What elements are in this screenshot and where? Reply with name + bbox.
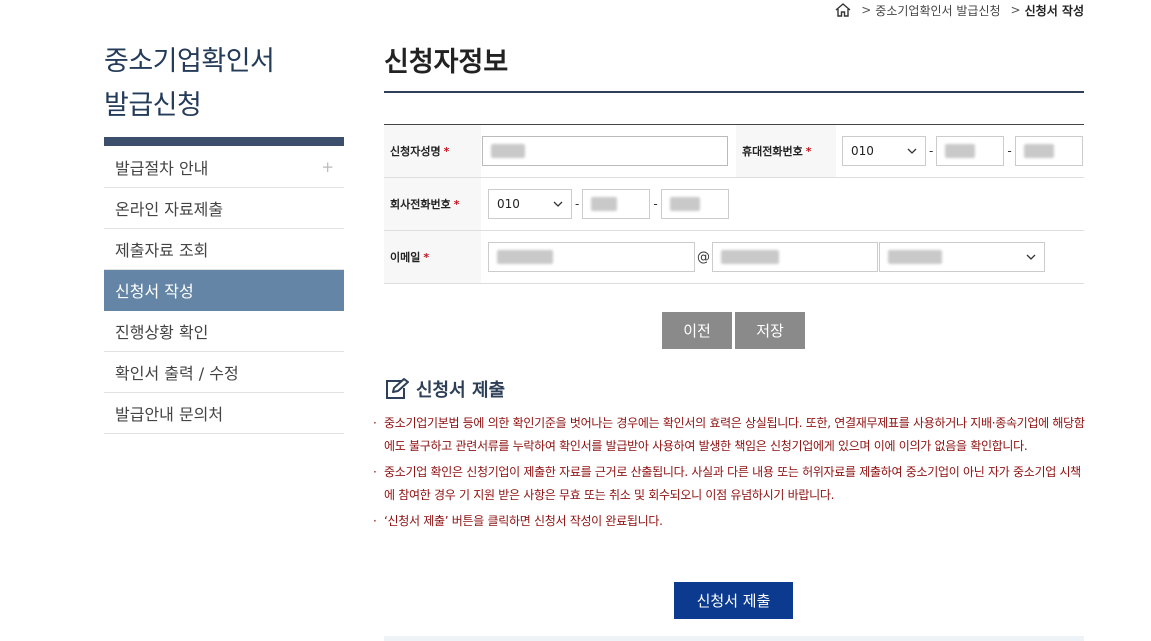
select-value: 010	[851, 144, 874, 158]
section-title-text: 신청서 제출	[416, 380, 506, 401]
redacted-value	[721, 250, 779, 264]
breadcrumb-current: 신청서 작성	[1024, 3, 1084, 18]
chevron-down-icon	[907, 148, 917, 154]
mobile-prefix-select[interactable]: 010	[842, 136, 926, 166]
label-text: 휴대전화번호	[742, 145, 803, 158]
sidebar-title: 중소기업확인서 발급신청	[104, 40, 344, 128]
edit-icon	[386, 378, 409, 399]
plus-icon[interactable]: +	[321, 158, 334, 176]
mobile-label: 휴대전화번호 *	[736, 125, 836, 177]
select-value: 010	[497, 197, 520, 211]
sidebar-item-label: 온라인 자료제출	[115, 200, 224, 219]
email-label: 이메일 *	[384, 231, 481, 283]
submit-section-title: 신청서 제출	[384, 376, 505, 402]
redacted-value	[591, 197, 618, 211]
label-text: 신청자성명	[390, 145, 441, 158]
chevron-right-icon: >	[1010, 3, 1021, 17]
notice-item: 중소기업기본법 등에 의한 확인기준을 벗어나는 경우에는 확인서의 효력은 상…	[372, 412, 1087, 458]
sidebar-item-label: 발급안내 문의처	[115, 405, 224, 424]
title-underline	[384, 91, 1084, 93]
email-domain-select[interactable]	[879, 242, 1045, 272]
company-phone-middle-input[interactable]	[582, 189, 651, 219]
notice-item: ‘신청서 제출’ 버튼을 클릭하면 신청서 작성이 완료됩니다.	[372, 510, 1087, 533]
sidebar-item-application[interactable]: 신청서 작성	[104, 270, 344, 311]
page-title: 신청자정보	[384, 47, 509, 78]
sidebar-item-submitted-lookup[interactable]: 제출자료 조회	[104, 229, 344, 270]
form-row-company-phone: 회사전화번호 * 010 - -	[384, 178, 1084, 231]
at-sign: @	[697, 249, 710, 265]
sidebar-item-label: 발급절차 안내	[115, 159, 209, 178]
sidebar-item-contact[interactable]: 발급안내 문의처	[104, 393, 344, 434]
sidebar-item-progress[interactable]: 진행상황 확인	[104, 311, 344, 352]
home-icon[interactable]	[835, 3, 851, 17]
email-domain-input[interactable]	[712, 242, 878, 272]
sidebar-title-line1: 중소기업확인서	[104, 46, 275, 77]
company-phone-label: 회사전화번호 *	[384, 178, 481, 230]
sidebar-item-label: 제출자료 조회	[115, 241, 209, 260]
required-mark: *	[443, 144, 450, 158]
sidebar-menu: 발급절차 안내 + 온라인 자료제출 제출자료 조회 신청서 작성 진행상황 확…	[104, 147, 344, 434]
applicant-name-label: 신청자성명 *	[384, 125, 481, 177]
form-row-email: 이메일 * @	[384, 231, 1084, 284]
chevron-down-icon	[553, 201, 563, 207]
notice-item: 중소기업 확인은 신청기업이 제출한 자료를 근거로 산출됩니다. 사실과 다른…	[372, 461, 1087, 507]
sidebar-divider	[104, 137, 344, 146]
breadcrumb-item[interactable]: 중소기업확인서 발급신청	[875, 2, 1000, 19]
required-mark: *	[423, 250, 430, 264]
company-phone-last-input[interactable]	[660, 189, 729, 219]
bottom-strip	[384, 636, 1084, 641]
company-phone-prefix-select[interactable]: 010	[488, 189, 572, 219]
dash: -	[575, 197, 580, 211]
redacted-value	[888, 250, 942, 264]
dash: -	[929, 144, 934, 158]
sidebar-item-procedure[interactable]: 발급절차 안내 +	[104, 147, 344, 188]
mobile-last-input[interactable]	[1014, 136, 1083, 166]
form-row-name-mobile: 신청자성명 * 휴대전화번호 * 010 - -	[384, 125, 1084, 178]
dash: -	[1007, 144, 1012, 158]
mobile-middle-input[interactable]	[936, 136, 1005, 166]
sidebar-item-label: 신청서 작성	[115, 282, 194, 301]
sidebar-item-label: 진행상황 확인	[115, 323, 209, 342]
redacted-value	[497, 250, 553, 264]
prev-button[interactable]: 이전	[662, 312, 732, 349]
redacted-value	[491, 144, 525, 158]
sidebar-item-label: 확인서 출력 / 수정	[115, 364, 239, 383]
chevron-down-icon	[1026, 254, 1036, 260]
form-buttons: 이전 저장	[662, 312, 805, 349]
required-mark: *	[805, 144, 812, 158]
sidebar-item-online-submit[interactable]: 온라인 자료제출	[104, 188, 344, 229]
email-id-input[interactable]	[488, 242, 695, 272]
redacted-value	[1023, 144, 1054, 158]
label-text: 회사전화번호	[390, 198, 451, 211]
save-button[interactable]: 저장	[735, 312, 805, 349]
chevron-right-icon: >	[861, 3, 872, 17]
dash: -	[653, 197, 658, 211]
submit-application-button[interactable]: 신청서 제출	[674, 582, 793, 619]
required-mark: *	[453, 197, 460, 211]
breadcrumb: > 중소기업확인서 발급신청 > 신청서 작성	[835, 0, 1084, 20]
applicant-form: 신청자성명 * 휴대전화번호 * 010 - - 회사전화번호 * 010 - …	[384, 124, 1084, 284]
sidebar-title-line2: 발급신청	[104, 90, 202, 121]
applicant-name-input[interactable]	[482, 136, 728, 166]
sidebar-item-print-edit[interactable]: 확인서 출력 / 수정	[104, 352, 344, 393]
redacted-value	[669, 197, 700, 211]
notice-list: 중소기업기본법 등에 의한 확인기준을 벗어나는 경우에는 확인서의 효력은 상…	[372, 412, 1087, 536]
label-text: 이메일	[390, 251, 421, 264]
redacted-value	[945, 144, 976, 158]
